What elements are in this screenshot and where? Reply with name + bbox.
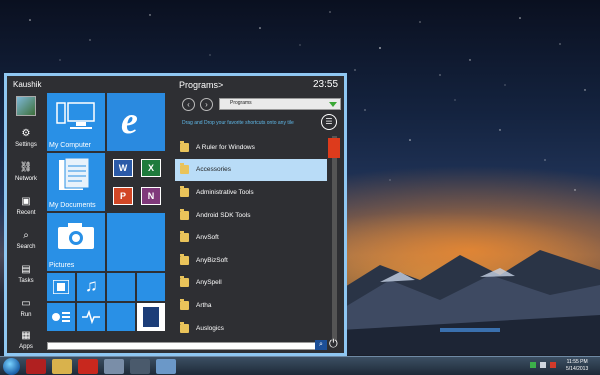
forward-arrow-icon[interactable]: ›	[200, 98, 213, 111]
opera-icon[interactable]	[26, 359, 46, 374]
run-icon: ▭	[21, 298, 31, 309]
recent-icon: ▣	[21, 196, 31, 207]
tile-small-3[interactable]	[107, 303, 135, 331]
nav-run[interactable]: ▭ Run	[7, 298, 45, 328]
list-item[interactable]: Administrative Tools	[175, 181, 327, 204]
tile-control-panel[interactable]	[47, 303, 75, 331]
apps-icon: ▦	[21, 330, 31, 341]
documents-icon	[59, 158, 90, 190]
tile-music[interactable]: ♫	[77, 273, 105, 301]
left-nav: ⚙ Settings ⛓ Network ▣ Recent ⌕ Search ▤…	[7, 76, 45, 353]
tile-internet-explorer[interactable]: e	[107, 93, 165, 151]
network-icon: ⛓	[19, 162, 33, 173]
tray-flag-icon[interactable]	[550, 362, 556, 368]
app-icon[interactable]	[104, 359, 124, 374]
tray-network-icon[interactable]	[530, 362, 536, 368]
window-icon[interactable]	[156, 359, 176, 374]
music-note-icon: ♫	[85, 276, 98, 295]
heartbeat-icon	[82, 310, 100, 324]
nav-recent[interactable]: ▣ Recent	[7, 196, 45, 226]
computer-icon	[56, 102, 95, 129]
tile-small-1[interactable]	[107, 273, 135, 301]
search-icon: ⌕	[23, 230, 29, 241]
list-item[interactable]: AnyBizSoft	[175, 249, 327, 272]
search-button[interactable]: ⌕	[315, 340, 327, 350]
excel-icon[interactable]: X	[141, 159, 161, 177]
folder-icon	[180, 163, 189, 175]
terminal-icon[interactable]	[130, 359, 150, 374]
explorer-folder-icon[interactable]	[52, 359, 72, 374]
list-item[interactable]: AnvSoft	[175, 226, 327, 249]
folder-icon	[180, 185, 189, 197]
nav-settings[interactable]: ⚙ Settings	[7, 128, 45, 158]
nav-network[interactable]: ⛓ Network	[7, 162, 45, 192]
list-item[interactable]: Artha	[175, 294, 327, 317]
tile-blank[interactable]	[107, 213, 165, 271]
opera-browser-icon[interactable]	[78, 359, 98, 374]
chevron-down-icon	[329, 102, 337, 107]
tile-app[interactable]	[137, 303, 165, 331]
list-item[interactable]: A Ruler for Windows	[175, 136, 327, 159]
folder-icon	[180, 321, 189, 333]
drag-hint: Drag and Drop your favorite shortcuts on…	[182, 120, 294, 126]
menu-clock: 23:55	[313, 79, 339, 90]
list-view-icon[interactable]: ☰	[321, 114, 337, 130]
word-icon[interactable]: W	[113, 159, 133, 177]
onenote-icon[interactable]: N	[141, 187, 161, 205]
tile-my-documents[interactable]: My Documents	[47, 153, 105, 211]
list-item[interactable]: Accessories	[175, 158, 327, 182]
scrollbar-track[interactable]	[332, 136, 337, 341]
tile-activity[interactable]	[77, 303, 105, 331]
taskbar: 11:55 PM 5/14/2013	[0, 356, 600, 375]
tasks-icon: ▤	[21, 264, 31, 275]
power-icon[interactable]: ⏻	[329, 338, 338, 351]
mountain-landscape	[340, 250, 600, 355]
folder-icon	[180, 208, 189, 220]
programs-header: Programs>	[179, 80, 224, 90]
folder-icon	[180, 298, 189, 310]
start-menu: Kaushik ⚙ Settings ⛓ Network ▣ Recent ⌕ …	[4, 73, 347, 356]
internet-explorer-icon: e	[121, 100, 138, 142]
nav-tasks[interactable]: ▤ Tasks	[7, 264, 45, 294]
nav-search[interactable]: ⌕ Search	[7, 230, 45, 260]
start-orb[interactable]	[3, 358, 20, 375]
tile-small-2[interactable]	[137, 273, 165, 301]
programs-dropdown[interactable]: Programs	[219, 98, 341, 110]
folder-icon	[180, 140, 189, 152]
film-icon	[53, 280, 69, 294]
tile-pictures[interactable]: Pictures	[47, 213, 105, 271]
tray-volume-icon[interactable]	[540, 362, 546, 368]
app-logo-icon	[143, 307, 159, 327]
back-arrow-icon[interactable]: ‹	[182, 98, 195, 111]
camera-icon	[58, 223, 94, 249]
search-input[interactable]	[47, 342, 325, 350]
list-item[interactable]: Android SDK Tools	[175, 204, 327, 227]
list-item[interactable]: AnySpell	[175, 272, 327, 295]
tile-video[interactable]	[47, 273, 75, 301]
powerpoint-icon[interactable]: P	[113, 187, 133, 205]
control-panel-icon	[52, 312, 70, 322]
list-item[interactable]: Auslogics	[175, 317, 327, 340]
tray-clock[interactable]: 11:55 PM 5/14/2013	[566, 359, 588, 373]
folder-icon	[180, 253, 189, 265]
gear-icon: ⚙	[21, 128, 31, 139]
folder-icon	[180, 231, 189, 243]
folder-icon	[180, 276, 189, 288]
scrollbar-thumb[interactable]	[328, 138, 340, 158]
tile-my-computer[interactable]: My Computer	[47, 93, 105, 151]
program-list: A Ruler for Windows Accessories Administ…	[175, 136, 327, 339]
